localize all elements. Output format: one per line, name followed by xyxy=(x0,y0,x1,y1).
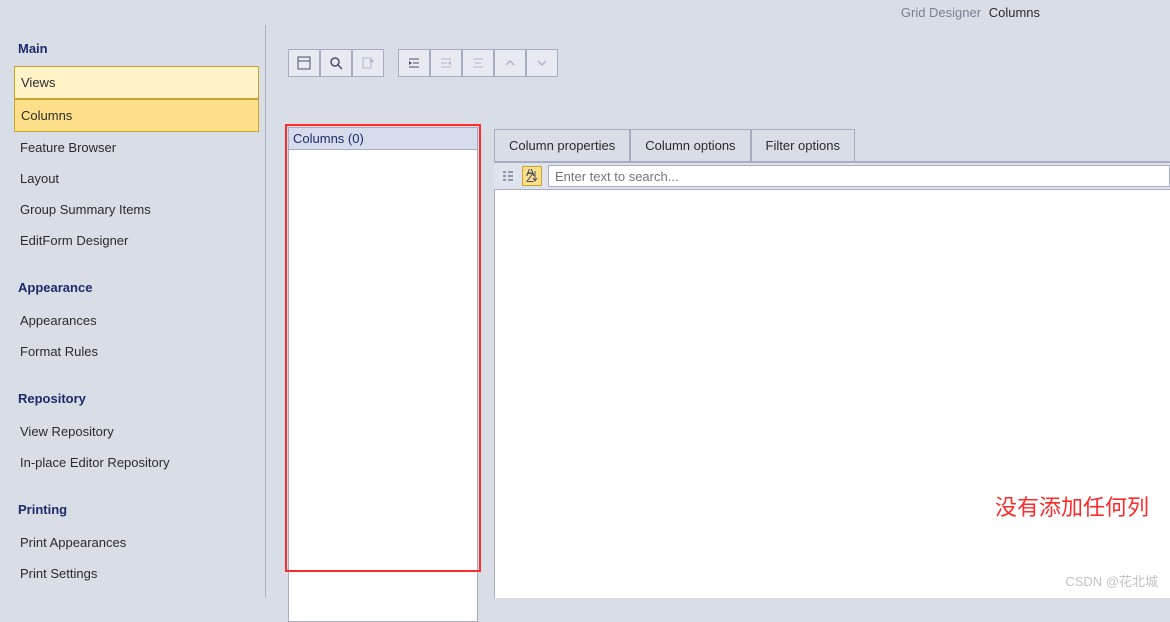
nav-inplace-editor[interactable]: In-place Editor Repository xyxy=(14,447,259,478)
group-title-main: Main xyxy=(14,35,259,62)
toolbar xyxy=(288,49,558,77)
nav-print-settings[interactable]: Print Settings xyxy=(14,558,259,589)
group-title-repository: Repository xyxy=(14,385,259,412)
group-title-printing: Printing xyxy=(14,496,259,523)
nav-group-summary[interactable]: Group Summary Items xyxy=(14,194,259,225)
nav-appearances[interactable]: Appearances xyxy=(14,305,259,336)
header: Grid Designer Columns xyxy=(0,0,1170,25)
tab-filter-options[interactable]: Filter options xyxy=(751,129,855,161)
header-prefix: Grid Designer xyxy=(901,5,981,20)
nav-views[interactable]: Views xyxy=(14,66,259,99)
chevron-down-icon[interactable] xyxy=(526,49,558,77)
categorize-icon[interactable] xyxy=(498,166,518,186)
nav-format-rules[interactable]: Format Rules xyxy=(14,336,259,367)
property-grid: 没有添加任何列 xyxy=(494,190,1170,598)
nav-layout[interactable]: Layout xyxy=(14,163,259,194)
nav-view-repository[interactable]: View Repository xyxy=(14,416,259,447)
tabs: Column properties Column options Filter … xyxy=(494,129,1170,162)
search-input[interactable] xyxy=(548,165,1170,187)
watermark: CSDN @花北城 xyxy=(1065,571,1158,590)
nav-columns[interactable]: Columns xyxy=(14,99,259,132)
align-icon[interactable] xyxy=(462,49,494,77)
nav-editform-designer[interactable]: EditForm Designer xyxy=(14,225,259,256)
svg-text:Z: Z xyxy=(526,170,534,183)
main: Main Views Columns Feature Browser Layou… xyxy=(0,25,1170,598)
nav-feature-browser[interactable]: Feature Browser xyxy=(14,132,259,163)
sort-az-icon[interactable]: AZ xyxy=(522,166,542,186)
nav-print-appearances[interactable]: Print Appearances xyxy=(14,527,259,558)
filter-bar: AZ xyxy=(494,162,1170,190)
search-icon[interactable] xyxy=(320,49,352,77)
header-current: Columns xyxy=(989,5,1040,20)
export-icon[interactable] xyxy=(352,49,384,77)
annotation-text: 没有添加任何列 xyxy=(995,490,1149,522)
columns-panel-header: Columns (0) xyxy=(289,128,477,150)
decrease-indent-icon[interactable] xyxy=(430,49,462,77)
tab-column-options[interactable]: Column options xyxy=(630,129,750,161)
group-title-appearance: Appearance xyxy=(14,274,259,301)
layout-icon[interactable] xyxy=(288,49,320,77)
content: Columns (0) Column properties Column opt… xyxy=(266,25,1170,598)
columns-panel: Columns (0) xyxy=(288,127,478,622)
chevron-up-icon[interactable] xyxy=(494,49,526,77)
sidebar: Main Views Columns Feature Browser Layou… xyxy=(0,25,266,598)
tab-column-properties[interactable]: Column properties xyxy=(494,129,630,161)
indent-icon[interactable] xyxy=(398,49,430,77)
